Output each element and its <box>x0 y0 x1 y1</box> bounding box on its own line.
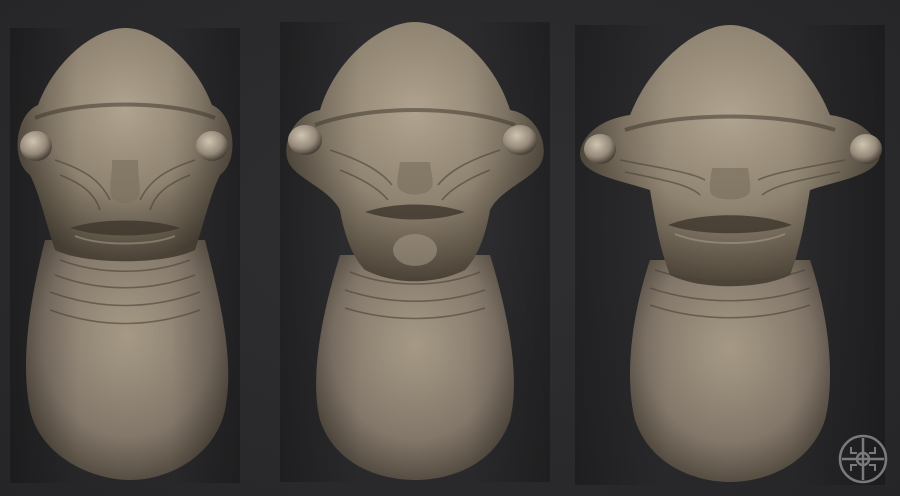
alien-sculpt-center <box>280 22 550 482</box>
sculpt-eye-left <box>288 125 322 155</box>
sculpt-eye-right <box>196 131 228 161</box>
sculpt-eye-right <box>503 125 537 155</box>
sculpt-eye-left <box>20 131 52 161</box>
render-canvas <box>0 0 900 496</box>
alien-sculpt-right <box>575 25 885 485</box>
studio-logo-icon <box>838 434 888 484</box>
sculpt-eye-left <box>584 134 616 164</box>
sculpt-eye-right <box>850 134 882 164</box>
sculpt-views <box>10 22 885 485</box>
alien-sculpt-left <box>10 28 240 483</box>
